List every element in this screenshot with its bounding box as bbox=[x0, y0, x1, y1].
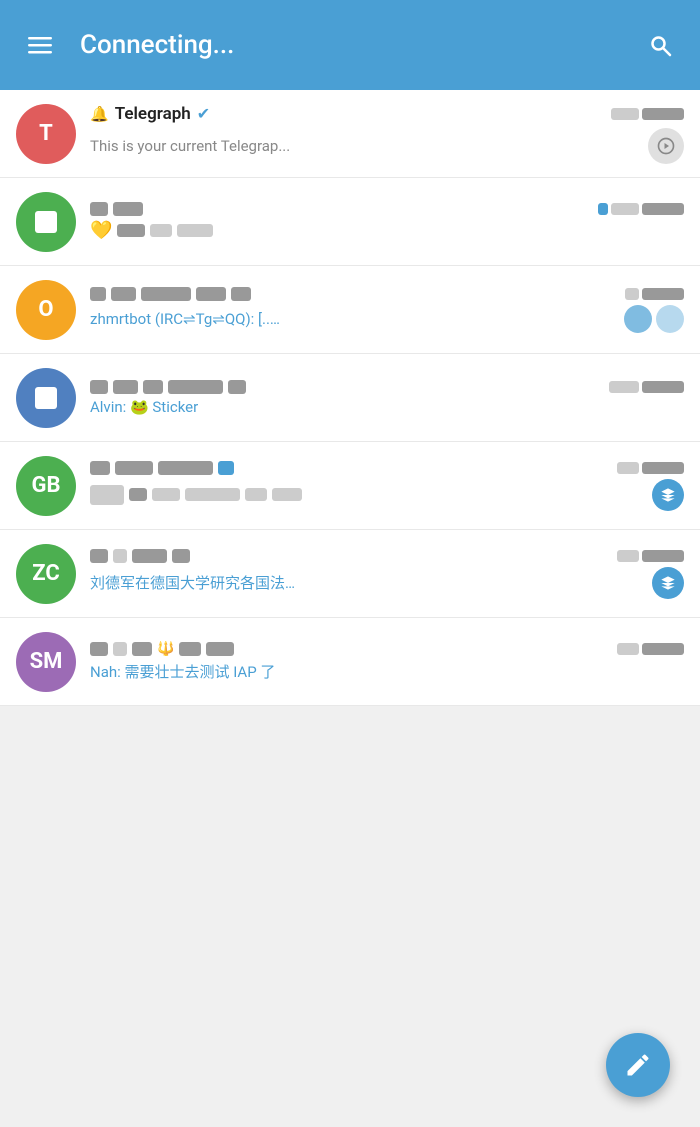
chat-top-row: 🔱 bbox=[90, 641, 684, 657]
avatar bbox=[16, 192, 76, 252]
time-area bbox=[617, 643, 684, 655]
search-icon[interactable] bbox=[640, 25, 680, 65]
avatar: SM bbox=[16, 632, 76, 692]
chat-preview: Nah: 需要壮士去测试 IAP 了 bbox=[90, 661, 684, 682]
chat-name-blurred: 🔱 bbox=[90, 641, 617, 657]
chat-preview: This is your current Telegrap... bbox=[90, 137, 640, 155]
chat-name-blurred bbox=[90, 287, 625, 301]
chat-preview-row: 刘德军在德国大学研究各国法… bbox=[90, 567, 684, 599]
chat-list: T 🔔 Telegraph ✔ This is your current Tel… bbox=[0, 90, 700, 706]
chat-top-row bbox=[90, 549, 684, 563]
chat-preview: 刘德军在德国大学研究各国法… bbox=[90, 572, 644, 593]
chat-item-telegraph[interactable]: T 🔔 Telegraph ✔ This is your current Tel… bbox=[0, 90, 700, 178]
chat-top-row bbox=[90, 461, 684, 475]
menu-icon[interactable] bbox=[20, 25, 60, 65]
chat-item-5[interactable]: GB bbox=[0, 442, 700, 530]
chat-item-6[interactable]: ZC 刘德军在德国大学研究各国法… bbox=[0, 530, 700, 618]
chat-right bbox=[652, 567, 684, 599]
chat-item-2[interactable]: 💛 bbox=[0, 178, 700, 266]
chat-item-3[interactable]: O zhmrtbot (IRC⇌Tg⇌QQ): [..… bbox=[0, 266, 700, 354]
chat-right bbox=[624, 305, 684, 333]
chat-top-row bbox=[90, 380, 684, 394]
avatar bbox=[16, 368, 76, 428]
chat-preview-row: 💛 bbox=[90, 220, 684, 241]
chat-content: 💛 bbox=[90, 202, 684, 241]
chat-content: zhmrtbot (IRC⇌Tg⇌QQ): [..… bbox=[90, 287, 684, 333]
chat-top-row bbox=[90, 287, 684, 301]
chat-preview: zhmrtbot (IRC⇌Tg⇌QQ): [..… bbox=[90, 310, 616, 328]
chat-preview-row: This is your current Telegrap... bbox=[90, 128, 684, 164]
avatar: T bbox=[16, 104, 76, 164]
time-area bbox=[609, 381, 684, 393]
time-area bbox=[617, 550, 684, 562]
chat-preview-blurred bbox=[90, 485, 302, 505]
chat-name-row: 🔔 Telegraph ✔ bbox=[90, 104, 611, 124]
service-icon: 🔔 bbox=[90, 105, 109, 123]
chat-name-blurred bbox=[90, 549, 617, 563]
avatar: O bbox=[16, 280, 76, 340]
time-area bbox=[625, 288, 684, 300]
time-area bbox=[617, 462, 684, 474]
compose-fab[interactable] bbox=[606, 1033, 670, 1097]
forward-button[interactable] bbox=[648, 128, 684, 164]
chat-content: 🔱 Nah: 需要壮士去测试 IAP 了 bbox=[90, 641, 684, 682]
chat-preview: Alvin: 🐸 Sticker bbox=[90, 398, 684, 416]
chat-preview-blurred: 💛 bbox=[90, 220, 213, 241]
header: Connecting... bbox=[0, 0, 700, 90]
time-area bbox=[598, 203, 684, 215]
chat-top-row bbox=[90, 202, 684, 216]
time-area bbox=[611, 108, 684, 120]
chat-item-7[interactable]: SM 🔱 Nah: 需要壮士去测试 IAP 了 bbox=[0, 618, 700, 706]
header-title: Connecting... bbox=[80, 30, 640, 60]
chat-content: 🔔 Telegraph ✔ This is your current Teleg… bbox=[90, 104, 684, 164]
chat-content: Alvin: 🐸 Sticker bbox=[90, 380, 684, 416]
chat-name-blurred bbox=[90, 202, 598, 216]
chat-preview-row bbox=[90, 479, 684, 511]
chat-name-blurred bbox=[90, 461, 617, 475]
chat-name-blurred bbox=[90, 380, 609, 394]
chat-top-row: 🔔 Telegraph ✔ bbox=[90, 104, 684, 124]
chat-content bbox=[90, 461, 684, 511]
chat-name: Telegraph bbox=[115, 104, 191, 124]
chat-item-4[interactable]: Alvin: 🐸 Sticker bbox=[0, 354, 700, 442]
avatar: ZC bbox=[16, 544, 76, 604]
verified-icon: ✔ bbox=[197, 104, 210, 123]
chat-preview-row: Alvin: 🐸 Sticker bbox=[90, 398, 684, 416]
avatar: GB bbox=[16, 456, 76, 516]
chat-preview-row: zhmrtbot (IRC⇌Tg⇌QQ): [..… bbox=[90, 305, 684, 333]
chat-right bbox=[652, 479, 684, 511]
chat-content: 刘德军在德国大学研究各国法… bbox=[90, 549, 684, 599]
chat-preview-row: Nah: 需要壮士去测试 IAP 了 bbox=[90, 661, 684, 682]
